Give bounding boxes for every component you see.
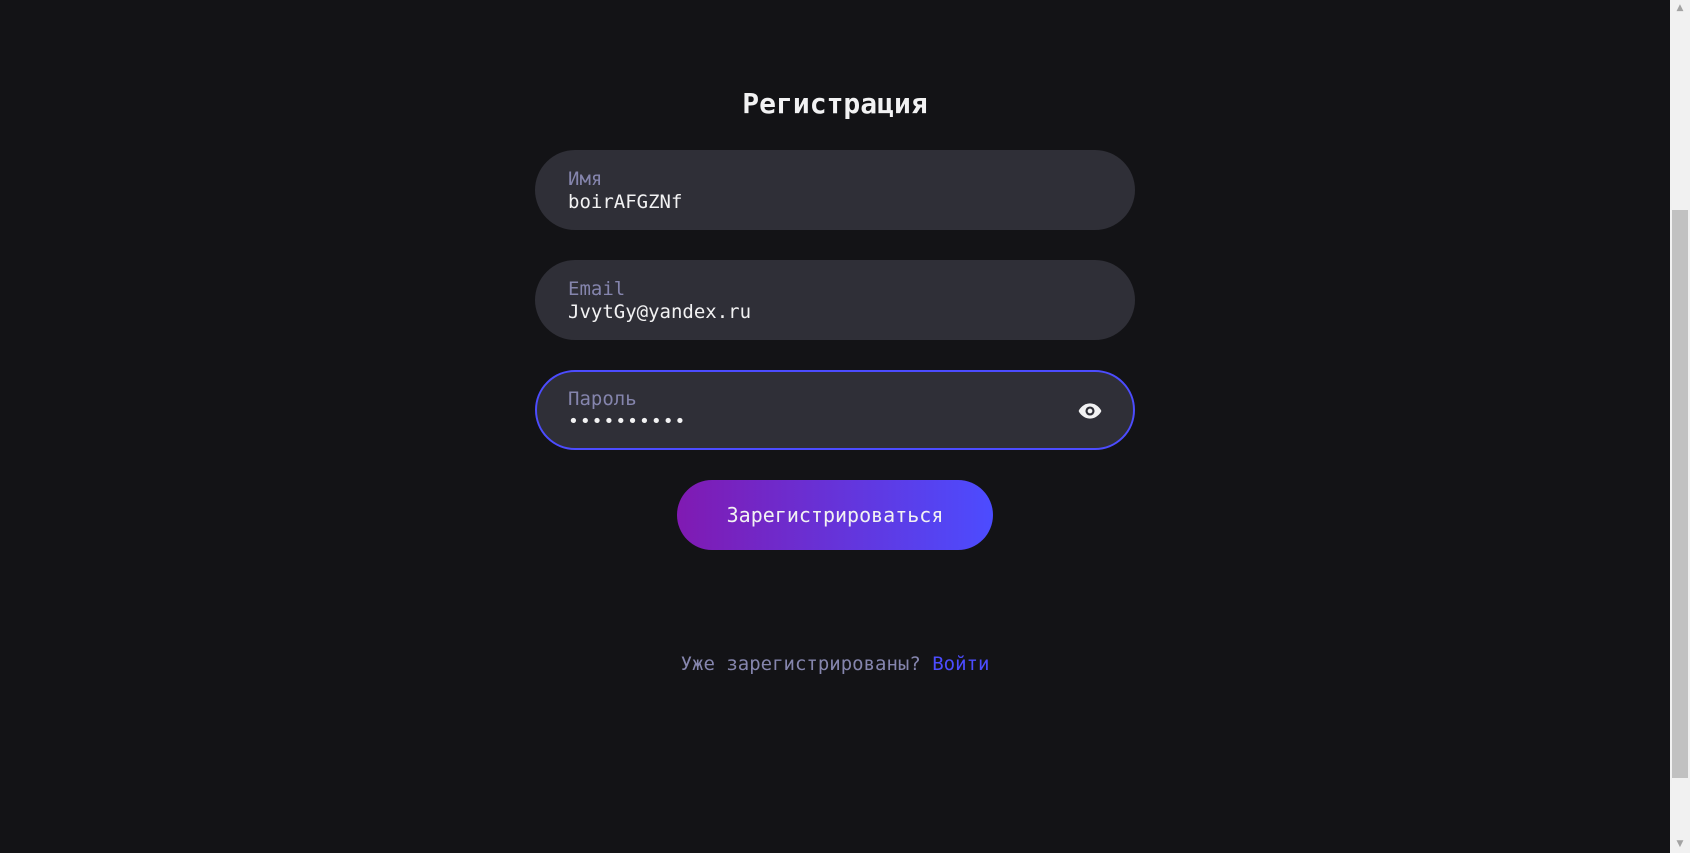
name-field-value[interactable]: boirAFGZNf [568,190,682,214]
login-prompt-row: Уже зарегистрированы? Войти [535,651,1135,677]
email-field-label: Email [568,278,626,300]
page-title: Регистрация [742,87,928,120]
email-field[interactable]: Email JvytGy@yandex.ru [535,260,1135,340]
login-prompt-text: Уже зарегистрированы? [680,653,933,675]
page-viewport: Регистрация Имя boirAFGZNf Email JvytGy@… [0,0,1670,853]
scroll-down-arrow-icon[interactable]: ▼ [1670,836,1690,853]
scroll-thumb[interactable] [1672,210,1688,778]
name-field-label: Имя [568,168,603,190]
login-link[interactable]: Войти [932,653,989,675]
email-field-value[interactable]: JvytGy@yandex.ru [568,300,751,324]
password-field-label: Пароль [568,388,637,410]
vertical-scrollbar[interactable]: ▲ ▼ [1670,0,1690,853]
name-field[interactable]: Имя boirAFGZNf [535,150,1135,230]
eye-icon[interactable] [1077,398,1103,424]
register-button[interactable]: Зарегистрироваться [677,480,993,550]
scroll-up-arrow-icon[interactable]: ▲ [1670,0,1690,17]
password-field-value[interactable]: •••••••••• [568,410,686,434]
password-field[interactable]: Пароль •••••••••• [535,370,1135,450]
